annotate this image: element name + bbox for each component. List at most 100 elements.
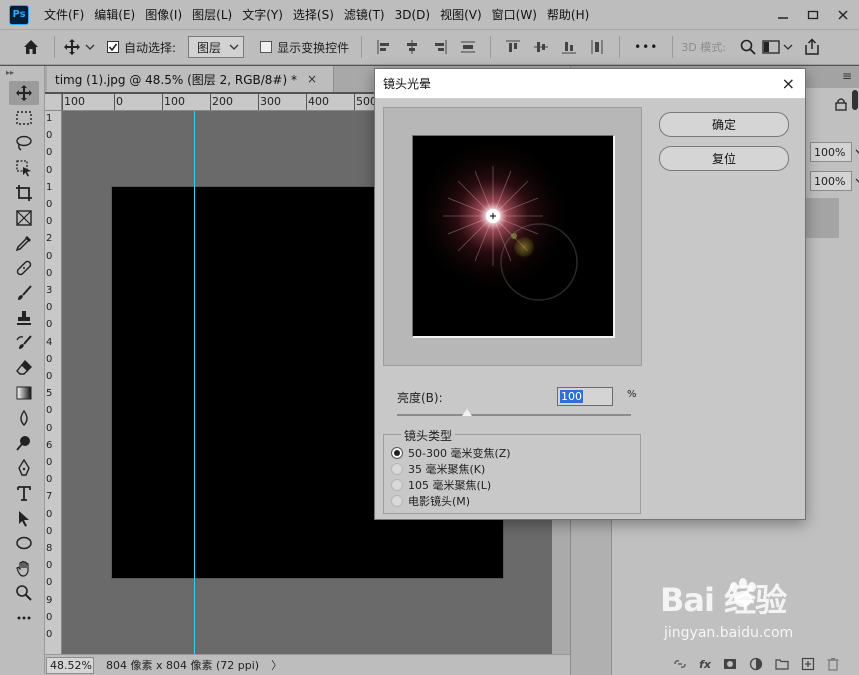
maximize-button[interactable] [799, 4, 827, 26]
radio-button[interactable] [391, 495, 403, 507]
vertical-ruler[interactable]: 1 0 0 0 1 0 0 2 0 0 3 0 0 4 0 0 5 0 0 6 0 0 7 0 0 8 0 0 9 0 0 [45, 111, 62, 654]
chevron-down-icon [229, 44, 239, 50]
align-top-button[interactable] [505, 39, 521, 55]
align-hcenter-button[interactable] [404, 39, 420, 55]
brightness-slider-track[interactable] [397, 414, 631, 416]
lens-option-zoom[interactable]: 50-300 毫米变焦(Z) [391, 445, 511, 461]
brightness-slider-thumb[interactable] [462, 409, 473, 416]
lens-flare-preview-graphic [413, 136, 578, 301]
close-document-button[interactable]: × [307, 72, 317, 86]
lens-option-movie[interactable]: 电影镜头(M) [391, 493, 470, 509]
menu-filter[interactable]: 滤镜(T) [339, 0, 390, 30]
collapse-toolbar-button[interactable]: ▸▸ [0, 66, 44, 80]
lock-icon [835, 98, 847, 111]
align-vcenter-button[interactable] [533, 39, 549, 55]
show-transform-checkbox[interactable]: 显示变换控件 [260, 30, 349, 65]
collapsed-panels-strip [571, 642, 611, 675]
menu-window[interactable]: 窗口(W) [487, 0, 542, 30]
status-menu-arrow[interactable]: 〉 [271, 657, 282, 673]
ok-button[interactable]: 确定 [659, 112, 789, 137]
menu-help[interactable]: 帮助(H) [542, 0, 594, 30]
zoom-level-field[interactable]: 48.52% [46, 656, 94, 674]
ellipse-tool[interactable] [9, 531, 39, 555]
menu-select[interactable]: 选择(S) [288, 0, 339, 30]
align-bottom-icon [562, 42, 577, 54]
move-tool-preset[interactable] [63, 30, 95, 65]
hand-tool[interactable] [9, 556, 39, 580]
auto-select-checkbox[interactable]: 自动选择: [107, 30, 176, 65]
link-icon[interactable] [673, 658, 687, 670]
trash-icon[interactable] [827, 657, 839, 671]
gradient-tool[interactable] [9, 381, 39, 405]
menu-view[interactable]: 视图(V) [435, 0, 487, 30]
eyedropper-tool[interactable] [9, 231, 39, 255]
panel-menu-icon[interactable]: ≡ [842, 69, 852, 83]
dialog-close-button[interactable]: × [782, 76, 795, 92]
radio-button[interactable] [391, 463, 403, 475]
marquee-tool[interactable] [9, 106, 39, 130]
search-icon [740, 39, 756, 55]
object-selection-tool[interactable] [9, 156, 39, 180]
menu-image[interactable]: 图像(I) [140, 0, 187, 30]
dialog-title-bar[interactable]: 镜头光晕 × [375, 69, 805, 99]
vertical-guide-line[interactable] [194, 111, 195, 654]
distribute-vertical-button[interactable] [589, 39, 605, 55]
frame-tool[interactable] [9, 206, 39, 230]
type-tool[interactable] [9, 481, 39, 505]
menu-layer[interactable]: 图层(L) [187, 0, 237, 30]
fill-field[interactable]: 100% [810, 171, 859, 191]
stamp-icon [17, 311, 31, 325]
zoom-tool[interactable] [9, 581, 39, 605]
history-brush-tool[interactable] [9, 331, 39, 355]
menu-3d[interactable]: 3D(D) [390, 0, 435, 30]
align-right-button[interactable] [432, 39, 448, 55]
radio-button[interactable] [391, 479, 403, 491]
adjustment-icon[interactable] [749, 657, 763, 671]
eraser-tool[interactable] [9, 356, 39, 380]
new-layer-icon[interactable] [801, 657, 815, 671]
show-transform-check-box[interactable] [260, 41, 273, 53]
close-window-button[interactable] [829, 4, 857, 26]
healing-brush-tool[interactable] [9, 256, 39, 280]
crop-tool[interactable] [9, 181, 39, 205]
search-button[interactable] [740, 39, 756, 55]
minimize-button[interactable] [769, 4, 797, 26]
menu-edit[interactable]: 编辑(E) [89, 0, 140, 30]
dodge-tool[interactable] [9, 431, 39, 455]
reset-button[interactable]: 复位 [659, 146, 789, 171]
folder-icon[interactable] [775, 658, 789, 670]
lens-option-35mm[interactable]: 35 毫米聚焦(K) [391, 461, 485, 477]
more-options-button[interactable]: ••• [634, 40, 658, 54]
brightness-input[interactable]: 100 [557, 387, 613, 406]
mask-icon[interactable] [723, 658, 737, 670]
menu-file[interactable]: 文件(F) [39, 0, 89, 30]
more-tools-button[interactable] [9, 606, 39, 630]
ruler-origin[interactable] [45, 94, 62, 111]
document-tab[interactable]: timg (1).jpg @ 48.5% (图层 2, RGB/8#) * × [47, 66, 334, 92]
fx-icon[interactable]: fx [699, 658, 711, 671]
ruler-label: 4 [46, 336, 53, 348]
path-selection-tool[interactable] [9, 506, 39, 530]
lock-button[interactable] [834, 97, 848, 111]
clone-stamp-tool[interactable] [9, 306, 39, 330]
auto-select-target-dropdown[interactable]: 图层 [188, 36, 245, 58]
lens-option-105mm[interactable]: 105 毫米聚焦(L) [391, 477, 491, 493]
opacity-field[interactable]: 100% [810, 142, 859, 162]
home-button[interactable] [22, 30, 40, 65]
auto-select-check-box[interactable] [107, 41, 119, 53]
brush-tool[interactable] [9, 281, 39, 305]
flare-preview[interactable] [412, 135, 615, 338]
blur-tool[interactable] [9, 406, 39, 430]
align-bottom-button[interactable] [561, 39, 577, 55]
pen-tool[interactable] [9, 456, 39, 480]
lasso-tool[interactable] [9, 131, 39, 155]
workspace-button[interactable] [762, 30, 793, 65]
distribute-button[interactable] [460, 39, 476, 55]
menu-type[interactable]: 文字(Y) [237, 0, 288, 30]
share-button[interactable] [803, 38, 819, 55]
type-icon [17, 486, 31, 501]
align-left-button[interactable] [376, 39, 392, 55]
panel-scrollbar[interactable] [852, 90, 858, 110]
move-tool[interactable] [9, 81, 39, 105]
radio-button[interactable] [391, 447, 403, 459]
